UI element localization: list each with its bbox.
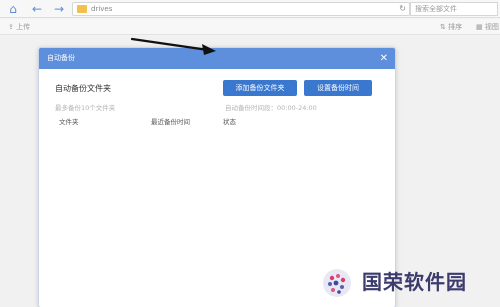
refresh-icon[interactable]: ↻ [399,3,406,15]
backup-time-hint: 自动备份时间段：00:00-24:00 [225,104,317,112]
view-label: 视图 [484,23,499,31]
backup-folder-title: 自动备份文件夹 [55,84,111,93]
address-path: drives [91,5,113,13]
search-input[interactable]: 搜索全部文件 [410,2,498,16]
max-folders-hint: 最多备份10个文件夹 [55,104,116,112]
browser-top-bar: ⌂ ← → drives ↻ 搜索全部文件 [0,0,500,18]
dialog-header: 自动备份 ✕ [39,48,395,69]
folder-icon [77,5,87,13]
back-arrow-icon[interactable]: ← [30,2,44,16]
upload-label: 上传 [16,23,31,31]
sort-button[interactable]: ⇅ 排序 [440,22,462,32]
column-last-backup: 最近备份时间 [151,118,190,126]
view-button[interactable]: ▦ 视图 [476,22,499,32]
address-bar[interactable]: drives ↻ [72,2,410,16]
column-status: 状态 [223,118,236,126]
backup-table-header: 文件夹 最近备份时间 状态 [53,114,383,128]
forward-arrow-icon[interactable]: → [52,2,66,16]
sort-label: 排序 [448,23,463,31]
upload-button[interactable]: ⇪ 上传 [8,22,30,32]
home-icon[interactable]: ⌂ [6,2,20,16]
column-folder: 文件夹 [59,118,79,126]
set-backup-time-button[interactable]: 设置备份时间 [304,80,372,96]
file-toolbar: ⇪ 上传 ⇅ 排序 ▦ 视图 [0,19,500,35]
dialog-title: 自动备份 [47,54,75,62]
close-icon[interactable]: ✕ [380,48,388,69]
add-backup-folder-button[interactable]: 添加备份文件夹 [223,80,297,96]
globe-logo-icon [323,269,351,297]
watermark: 国荣软件园 [318,262,500,307]
watermark-text: 国荣软件园 [362,270,467,294]
